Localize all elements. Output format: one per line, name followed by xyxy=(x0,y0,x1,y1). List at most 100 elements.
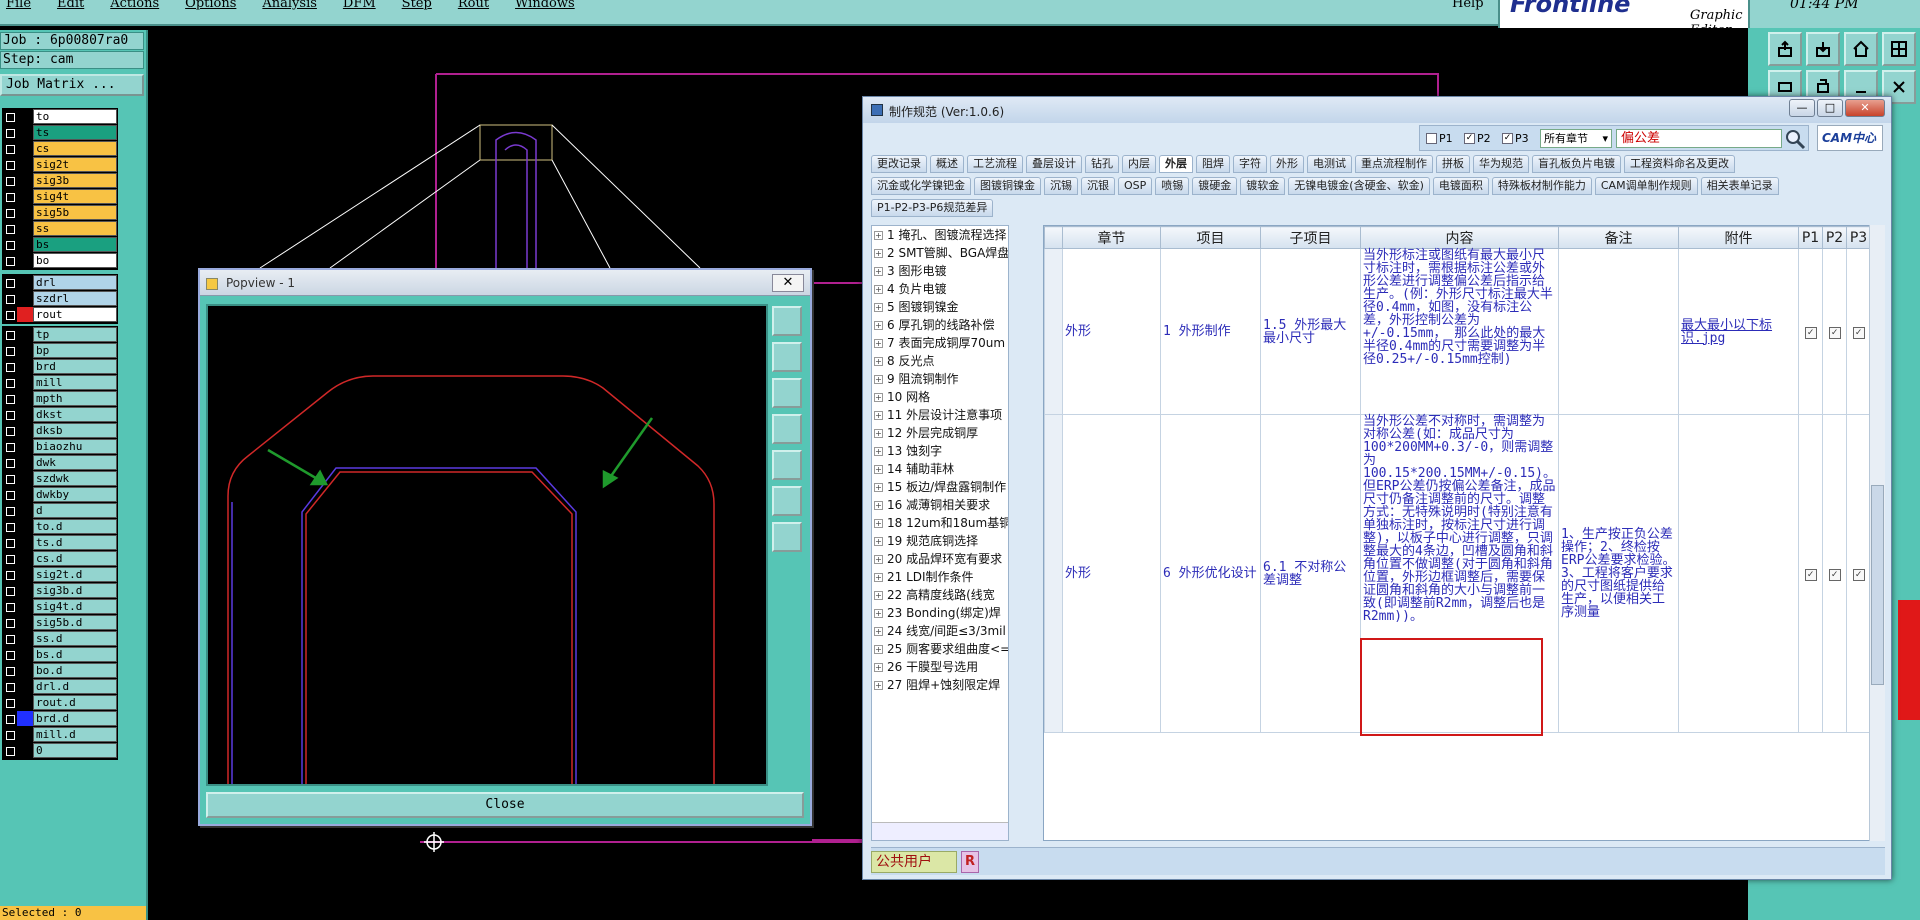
tab-item[interactable]: 盲孔板负片电镀 xyxy=(1532,155,1621,173)
tab-item[interactable]: 阻焊 xyxy=(1196,155,1230,173)
grid-icon[interactable] xyxy=(1882,32,1916,66)
tab-item[interactable]: 沉金或化学镍钯金 xyxy=(871,177,971,195)
menu-file[interactable]: File xyxy=(6,0,31,11)
column-header[interactable]: 附件 xyxy=(1678,226,1800,249)
expand-icon[interactable]: + xyxy=(874,465,883,474)
layer-row-mill-d[interactable]: mill.d xyxy=(3,727,117,742)
home-icon[interactable] xyxy=(1844,32,1878,66)
tab-item[interactable]: 内层 xyxy=(1122,155,1156,173)
expand-icon[interactable]: + xyxy=(874,411,883,420)
layer-checkbox[interactable] xyxy=(3,221,17,236)
layer-checkbox[interactable] xyxy=(3,109,17,124)
pan-up-icon[interactable] xyxy=(772,342,802,372)
layer-row-0[interactable]: 0 xyxy=(3,743,117,758)
tree-item[interactable]: +16 减薄铜相关要求 xyxy=(872,496,1008,514)
layer-row-dwkby[interactable]: dwkby xyxy=(3,487,117,502)
layer-row-rout[interactable]: rout xyxy=(3,307,117,322)
menu-help[interactable]: Help xyxy=(1452,0,1484,11)
layer-checkbox[interactable] xyxy=(3,679,17,694)
popview-close-icon[interactable]: ✕ xyxy=(772,274,804,292)
tab-item[interactable]: 图镀铜镍金 xyxy=(974,177,1041,195)
table-vertical-scrollbar[interactable] xyxy=(1869,225,1885,841)
layer-checkbox[interactable] xyxy=(3,327,17,342)
expand-icon[interactable]: + xyxy=(874,285,883,294)
layer-row-tp[interactable]: tp xyxy=(3,327,117,342)
layer-row-sig5b[interactable]: sig5b xyxy=(3,205,117,220)
menu-actions[interactable]: Actions xyxy=(110,0,159,11)
layer-row-dkst[interactable]: dkst xyxy=(3,407,117,422)
menu-dfm[interactable]: DFM xyxy=(343,0,376,11)
minimize-window-icon[interactable]: — xyxy=(1789,99,1815,117)
tab-item[interactable]: 华为规范 xyxy=(1473,155,1529,173)
tree-item[interactable]: +6 厚孔铜的线路补偿 xyxy=(872,316,1008,334)
column-header[interactable]: P3 xyxy=(1846,226,1872,249)
refresh-button[interactable]: R xyxy=(961,851,979,873)
checkbox-p1[interactable] xyxy=(1426,133,1437,144)
tree-item[interactable]: +12 外层完成铜厚 xyxy=(872,424,1008,442)
layer-row-brd[interactable]: brd xyxy=(3,359,117,374)
layer-checkbox[interactable] xyxy=(3,503,17,518)
tab-item[interactable]: 工艺流程 xyxy=(967,155,1023,173)
layer-checkbox[interactable] xyxy=(3,551,17,566)
checkbox-p2[interactable]: ✓ xyxy=(1464,133,1475,144)
expand-icon[interactable]: + xyxy=(874,519,883,528)
tree-item[interactable]: +21 LDI制作条件 xyxy=(872,568,1008,586)
layer-row-drl[interactable]: drl xyxy=(3,275,117,290)
layer-row-szdrl[interactable]: szdrl xyxy=(3,291,117,306)
layer-row-sig5b-d[interactable]: sig5b.d xyxy=(3,615,117,630)
pan-right-icon[interactable] xyxy=(772,450,802,480)
layer-row-bs-d[interactable]: bs.d xyxy=(3,647,117,662)
tree-item[interactable]: +24 线宽/间距≤3/3mil xyxy=(872,622,1008,640)
layer-row-bs[interactable]: bs xyxy=(3,237,117,252)
job-matrix-button[interactable]: Job Matrix ... xyxy=(0,74,144,96)
expand-icon[interactable]: + xyxy=(874,321,883,330)
tree-item[interactable]: +1 掩孔、图镀流程选择 xyxy=(872,226,1008,244)
table-row[interactable]: 外形 6 外形优化设计 6.1 不对称公差调整 当外形公差不对称时，需调整为对称… xyxy=(1044,414,1872,733)
layer-checkbox[interactable] xyxy=(3,141,17,156)
maximize-window-icon[interactable]: □ xyxy=(1817,99,1843,117)
layer-checkbox[interactable] xyxy=(3,291,17,306)
layer-checkbox[interactable] xyxy=(3,567,17,582)
layer-row-biaozhu[interactable]: biaozhu xyxy=(3,439,117,454)
layer-checkbox[interactable] xyxy=(3,727,17,742)
zoom-home-icon[interactable] xyxy=(772,522,802,552)
expand-icon[interactable]: + xyxy=(874,501,883,510)
attachment-link[interactable]: 最大最小以下标识.jpg xyxy=(1681,318,1772,346)
column-header[interactable]: 子项目 xyxy=(1260,226,1361,249)
column-header[interactable]: P1 xyxy=(1798,226,1824,249)
expand-icon[interactable]: + xyxy=(874,663,883,672)
checkbox-p2[interactable]: ✓ xyxy=(1828,568,1841,581)
tree-item[interactable]: +20 成品焊环宽有要求 xyxy=(872,550,1008,568)
tree-item[interactable]: +14 辅助菲林 xyxy=(872,460,1008,478)
tab-item[interactable]: 无镍电镀金(含硬金、软金) xyxy=(1288,177,1430,195)
layer-checkbox[interactable] xyxy=(3,455,17,470)
menu-rout[interactable]: Rout xyxy=(458,0,489,11)
layer-row-szdwk[interactable]: szdwk xyxy=(3,471,117,486)
checkbox-p2[interactable]: ✓ xyxy=(1828,326,1841,339)
search-input[interactable]: 偏公差 xyxy=(1616,129,1782,148)
tab-item[interactable]: 钻孔 xyxy=(1085,155,1119,173)
tab-item[interactable]: 重点流程制作 xyxy=(1355,155,1433,173)
tree-item[interactable]: +2 SMT管脚、BGA焊盘 xyxy=(872,244,1008,262)
layer-checkbox[interactable] xyxy=(3,535,17,550)
tab-item[interactable]: 概述 xyxy=(930,155,964,173)
layer-row-mpth[interactable]: mpth xyxy=(3,391,117,406)
tab-item[interactable]: 拼板 xyxy=(1436,155,1470,173)
tree-item[interactable]: +3 图形电镀 xyxy=(872,262,1008,280)
layer-row-bo[interactable]: bo xyxy=(3,253,117,268)
tab-item[interactable]: 字符 xyxy=(1233,155,1267,173)
tab-item[interactable]: 镀硬金 xyxy=(1192,177,1238,195)
download-icon[interactable] xyxy=(1806,32,1840,66)
search-icon[interactable] xyxy=(1784,128,1806,150)
tab-item[interactable]: 喷锡 xyxy=(1155,177,1190,195)
chapter-select[interactable]: 所有章节 xyxy=(1540,129,1612,148)
tree-item[interactable]: +27 阻焊+蚀刻限定焊 xyxy=(872,676,1008,694)
layer-checkbox[interactable] xyxy=(3,423,17,438)
tab-item[interactable]: CAM调单制作规则 xyxy=(1594,177,1698,195)
column-header[interactable]: 内容 xyxy=(1359,226,1560,249)
layer-checkbox[interactable] xyxy=(3,519,17,534)
expand-icon[interactable]: + xyxy=(874,537,883,546)
layer-row-sig2t-d[interactable]: sig2t.d xyxy=(3,567,117,582)
tab-item[interactable]: P1-P2-P3-P6规范差异 xyxy=(871,199,994,217)
expand-icon[interactable]: + xyxy=(874,555,883,564)
